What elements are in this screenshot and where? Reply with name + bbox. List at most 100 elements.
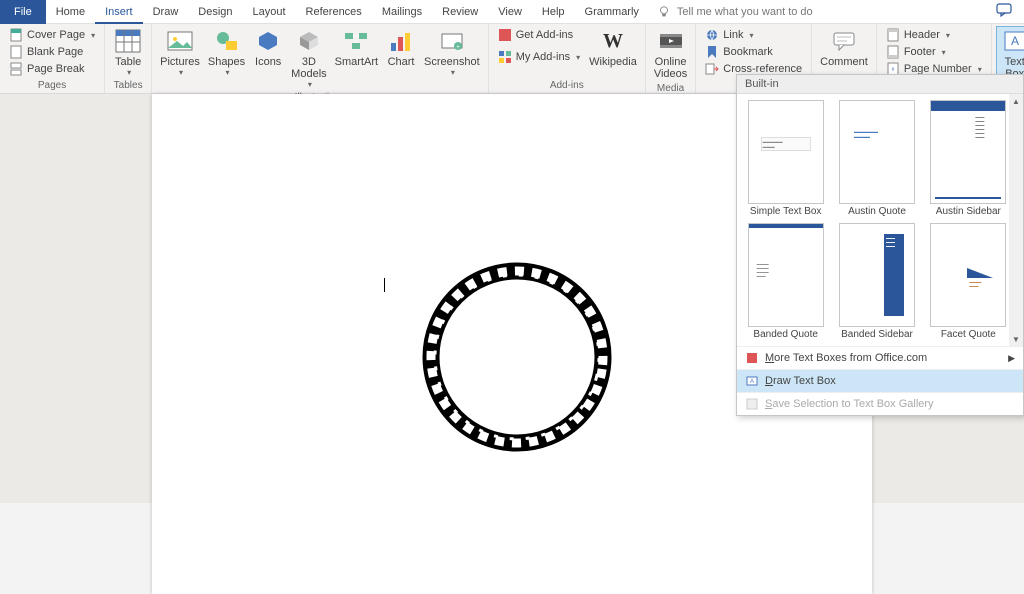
header-icon xyxy=(886,28,900,42)
tab-home[interactable]: Home xyxy=(46,0,95,24)
more-text-boxes-label: More Text Boxes from Office.com xyxy=(765,352,927,364)
chart-label: Chart xyxy=(388,56,415,68)
wikipedia-label: Wikipedia xyxy=(589,56,637,68)
cover-page-button[interactable]: Cover Page▾ xyxy=(6,27,98,43)
table-button[interactable]: Table▾ xyxy=(109,26,147,79)
gallery-label: Simple Text Box xyxy=(750,206,822,217)
header-button[interactable]: Header ▾ xyxy=(883,27,985,43)
bookmark-button[interactable]: Bookmark xyxy=(702,44,805,60)
video-icon xyxy=(657,28,685,54)
tab-design[interactable]: Design xyxy=(188,0,242,24)
gallery-item-banded-sidebar[interactable]: ▬▬▬▬▬▬▬▬▬ Banded Sidebar xyxy=(836,223,917,340)
draw-text-box-item[interactable]: A Draw Text Box xyxy=(737,369,1023,392)
tab-view[interactable]: View xyxy=(488,0,532,24)
chevron-down-icon: ▾ xyxy=(942,48,946,57)
comment-icon xyxy=(830,28,858,54)
chevron-down-icon: ▾ xyxy=(978,65,982,74)
page-break-button[interactable]: Page Break xyxy=(6,61,98,77)
chevron-down-icon: ▾ xyxy=(91,31,95,40)
chevron-down-icon: ▾ xyxy=(226,68,230,77)
dropdown-section-builtin: Built-in xyxy=(737,75,1023,94)
group-tables: Table▾ Tables xyxy=(105,24,152,93)
group-pages: Cover Page▾ Blank Page Page Break Pages xyxy=(0,24,105,93)
page-break-icon xyxy=(9,62,23,76)
group-addins-label: Add-ins xyxy=(493,79,641,93)
svg-text:A: A xyxy=(750,379,754,385)
link-icon xyxy=(705,28,719,42)
shapes-icon xyxy=(213,28,241,54)
gallery-item-banded-quote[interactable]: ▬▬▬▬▬▬▬▬▬▬▬▬▬▬▬ Banded Quote xyxy=(745,223,826,340)
header-label: Header xyxy=(904,29,940,41)
text-box-gallery: ▬▬▬▬▬▬▬▬ Simple Text Box ▬▬▬▬▬▬▬▬▬▬ Aust… xyxy=(737,94,1023,346)
smartart-button[interactable]: SmartArt xyxy=(331,26,382,70)
gallery-item-simple-text-box[interactable]: ▬▬▬▬▬▬▬▬ Simple Text Box xyxy=(745,100,826,217)
gallery-item-facet-quote[interactable]: ▬▬▬▬▬▬▬ Facet Quote xyxy=(928,223,1009,340)
tab-help[interactable]: Help xyxy=(532,0,575,24)
blank-page-icon xyxy=(9,45,23,59)
table-icon xyxy=(114,28,142,54)
group-illustrations: Pictures▾ Shapes▾ Icons 3D Models▾ Smart… xyxy=(152,24,489,93)
scroll-down-icon[interactable]: ▼ xyxy=(1009,332,1023,346)
tab-grammarly[interactable]: Grammarly xyxy=(575,0,649,24)
text-box-dropdown: Built-in ▬▬▬▬▬▬▬▬ Simple Text Box ▬▬▬▬▬▬… xyxy=(736,74,1024,416)
screenshot-button[interactable]: +Screenshot▾ xyxy=(420,26,484,79)
bookmark-label: Bookmark xyxy=(723,46,773,58)
gallery-item-austin-sidebar[interactable]: ▬▬▬▬▬▬▬▬▬▬▬▬▬▬▬▬▬▬ Austin Sidebar xyxy=(928,100,1009,217)
my-addins-label: My Add-ins xyxy=(516,51,570,63)
smartart-label: SmartArt xyxy=(335,56,378,68)
tab-mailings[interactable]: Mailings xyxy=(372,0,432,24)
cover-page-icon xyxy=(9,28,23,42)
get-addins-button[interactable]: Get Add-ins xyxy=(495,27,583,43)
feedback-icon[interactable] xyxy=(996,3,1012,20)
icons-icon xyxy=(254,28,282,54)
online-videos-button[interactable]: Online Videos xyxy=(650,26,691,82)
wikipedia-button[interactable]: WWikipedia xyxy=(585,26,641,70)
footer-button[interactable]: Footer▾ xyxy=(883,44,985,60)
save-gallery-icon xyxy=(745,397,759,411)
screenshot-icon: + xyxy=(438,28,466,54)
save-selection-label: Save Selection to Text Box Gallery xyxy=(765,398,934,410)
my-addins-button[interactable]: My Add-ins ▾ xyxy=(495,49,583,65)
blank-page-label: Blank Page xyxy=(27,46,83,58)
store-icon xyxy=(498,28,512,42)
pictures-button[interactable]: Pictures▾ xyxy=(156,26,204,79)
icons-button[interactable]: Icons xyxy=(249,26,287,70)
tell-me-search[interactable]: Tell me what you want to do xyxy=(657,5,813,19)
more-text-boxes-item[interactable]: More Text Boxes from Office.com ▶ xyxy=(737,346,1023,369)
tab-review[interactable]: Review xyxy=(432,0,488,24)
link-button[interactable]: Link▾ xyxy=(702,27,805,43)
gallery-item-austin-quote[interactable]: ▬▬▬▬▬▬▬▬▬▬ Austin Quote xyxy=(836,100,917,217)
chevron-down-icon: ▾ xyxy=(127,68,131,77)
tab-references[interactable]: References xyxy=(296,0,372,24)
chevron-down-icon: ▾ xyxy=(946,31,950,40)
shapes-button[interactable]: Shapes▾ xyxy=(204,26,249,79)
text-box-icon: A xyxy=(1001,28,1024,54)
scroll-up-icon[interactable]: ▲ xyxy=(1009,94,1023,108)
chevron-down-icon: ▾ xyxy=(576,53,580,62)
decorative-circle-shape[interactable] xyxy=(422,262,612,455)
footer-icon xyxy=(886,45,900,59)
smartart-icon xyxy=(342,28,370,54)
tab-draw[interactable]: Draw xyxy=(143,0,189,24)
get-addins-label: Get Add-ins xyxy=(516,29,573,41)
chevron-down-icon: ▾ xyxy=(179,68,183,77)
office-icon xyxy=(745,351,759,365)
group-addins: Get Add-ins My Add-ins ▾ WWikipedia Add-i… xyxy=(489,24,646,93)
tab-file[interactable]: File xyxy=(0,0,46,24)
tell-me-label: Tell me what you want to do xyxy=(677,6,813,18)
chevron-down-icon: ▾ xyxy=(749,31,753,40)
ribbon-tabs: File Home Insert Draw Design Layout Refe… xyxy=(0,0,1024,24)
chart-button[interactable]: Chart xyxy=(382,26,420,70)
gallery-scrollbar[interactable]: ▲ ▼ xyxy=(1009,94,1023,346)
tab-insert[interactable]: Insert xyxy=(95,0,143,24)
comment-button[interactable]: Comment xyxy=(816,26,872,70)
3d-models-button[interactable]: 3D Models▾ xyxy=(287,26,330,91)
chevron-down-icon: ▾ xyxy=(308,80,312,89)
tab-layout[interactable]: Layout xyxy=(243,0,296,24)
group-pages-label: Pages xyxy=(4,79,100,93)
group-tables-label: Tables xyxy=(109,79,147,93)
blank-page-button[interactable]: Blank Page xyxy=(6,44,98,60)
cross-ref-icon xyxy=(705,62,719,76)
gallery-label: Austin Quote xyxy=(848,206,906,217)
comment-label: Comment xyxy=(820,56,868,68)
